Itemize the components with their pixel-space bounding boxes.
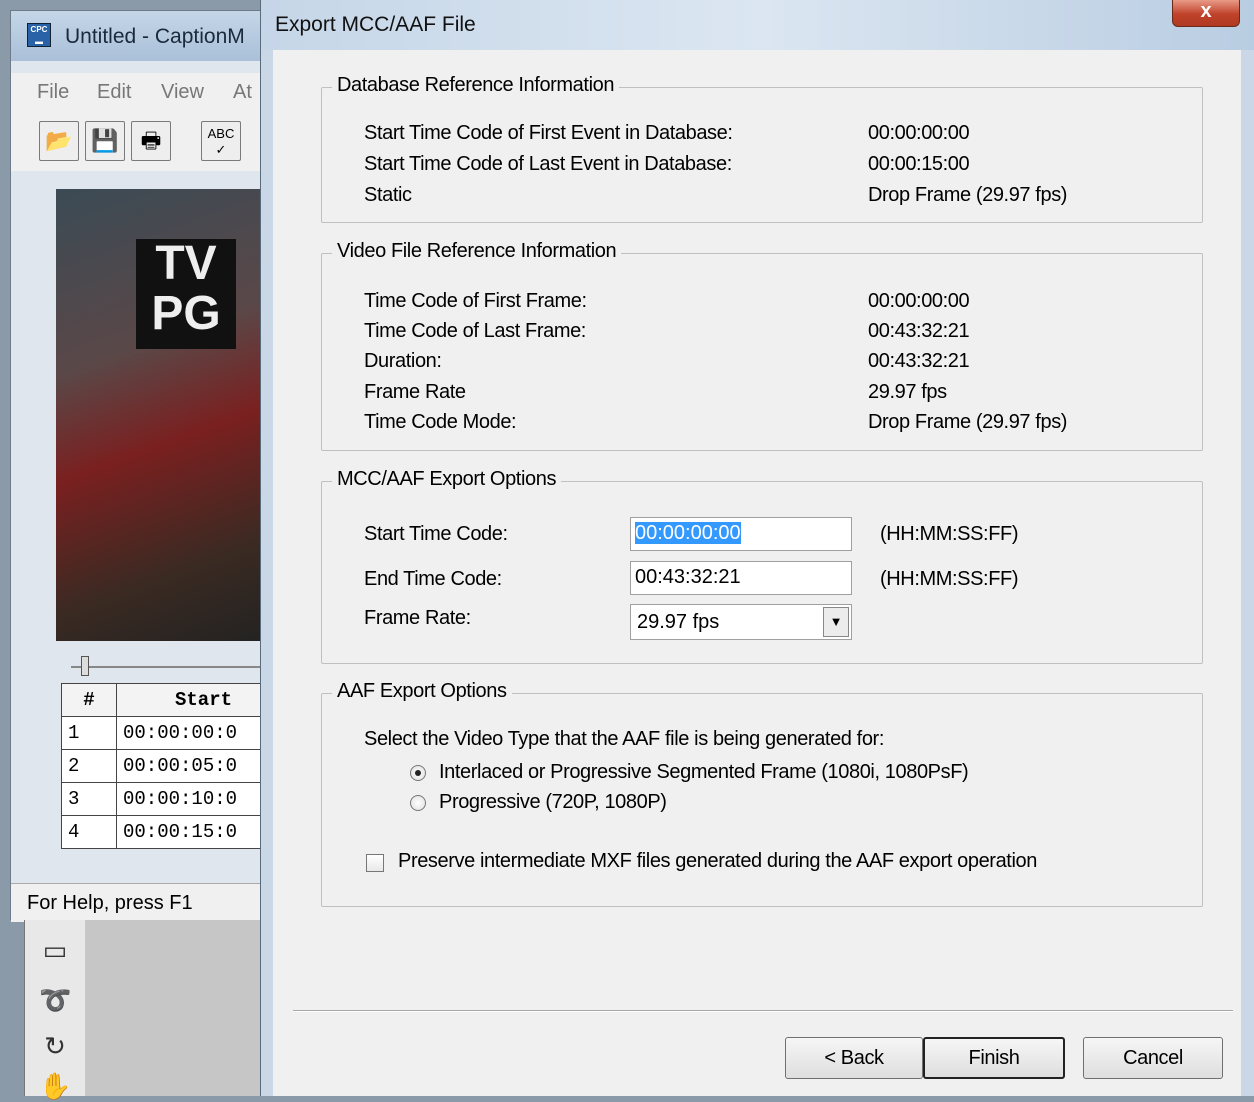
time-code-mode-value: Drop Frame (29.97 fps) <box>868 411 1068 433</box>
table-header-row: # Start <box>61 683 291 717</box>
frame-rate-dropdown[interactable]: 29.97 fps ▼ <box>630 604 852 640</box>
table-cell-number: 1 <box>61 716 117 750</box>
static-label: Static <box>364 184 412 206</box>
time-code-mode-label: Time Code Mode: <box>364 411 517 433</box>
last-event-value: 00:00:15:00 <box>868 153 970 175</box>
start-time-code-label: Start Time Code: <box>364 523 508 545</box>
dialog-title-bar[interactable]: Export MCC/AAF File x <box>261 0 1254 50</box>
preserve-mxf-label[interactable]: Preserve intermediate MXF files generate… <box>398 850 1037 873</box>
background-toolbar: 📂 💾 🖶 ABC ✓ <box>11 111 279 171</box>
status-text: For Help, press F1 <box>27 892 193 914</box>
start-time-code-format-hint: (HH:MM:SS:FF) <box>880 523 1019 545</box>
duration-value: 00:43:32:21 <box>868 350 970 372</box>
last-frame-value: 00:43:32:21 <box>868 320 970 342</box>
video-type-prompt: Select the Video Type that the AAF file … <box>364 728 884 750</box>
frame-rate-selected: 29.97 fps <box>637 611 720 633</box>
first-frame-value: 00:00:00:00 <box>868 290 970 312</box>
dialog-body: Database Reference Information Start Tim… <box>273 50 1241 1096</box>
status-bar: For Help, press F1 <box>11 883 279 922</box>
open-folder-icon[interactable]: 📂 <box>39 121 79 161</box>
table-row[interactable]: 2 00:00:05:0 <box>61 749 291 783</box>
save-icon[interactable]: 💾 <box>85 121 125 161</box>
preserve-mxf-checkbox[interactable] <box>366 854 384 872</box>
back-button[interactable]: < Back <box>785 1037 923 1079</box>
video-slider-thumb[interactable] <box>81 656 89 676</box>
button-separator <box>293 1010 1233 1012</box>
column-header-number[interactable]: # <box>61 683 117 717</box>
chevron-down-icon[interactable]: ▼ <box>823 607 849 637</box>
finish-button[interactable]: Finish <box>923 1037 1065 1079</box>
duration-label: Duration: <box>364 350 442 372</box>
database-reference-group: Database Reference Information Start Tim… <box>321 74 1203 223</box>
menu-at[interactable]: At <box>233 81 252 104</box>
interlaced-radio[interactable] <box>410 765 426 781</box>
hand-tool-icon[interactable]: ✋ <box>39 1070 71 1102</box>
table-cell-number: 3 <box>61 782 117 816</box>
frame-rate-label: Frame Rate <box>364 381 466 403</box>
progressive-radio-label[interactable]: Progressive (720P, 1080P) <box>439 791 667 814</box>
menu-view[interactable]: View <box>161 81 204 104</box>
static-value: Drop Frame (29.97 fps) <box>868 184 1068 206</box>
group-title: AAF Export Options <box>332 680 512 703</box>
table-row[interactable]: 4 00:00:15:0 <box>61 815 291 849</box>
table-cell-number: 2 <box>61 749 117 783</box>
spellcheck-icon[interactable]: ABC ✓ <box>201 121 241 161</box>
lasso-tool-icon[interactable]: ➰ <box>39 984 71 1016</box>
end-time-code-format-hint: (HH:MM:SS:FF) <box>880 568 1019 590</box>
group-title: Database Reference Information <box>332 74 620 97</box>
caption-table: # Start 1 00:00:00:0 2 00:00:05:0 3 00:0… <box>61 683 291 849</box>
background-title-bar: CPC ▬ Untitled - CaptionM <box>11 11 279 61</box>
menu-file[interactable]: File <box>37 81 69 104</box>
dialog-title: Export MCC/AAF File <box>275 13 476 36</box>
print-icon[interactable]: 🖶 <box>131 121 171 161</box>
table-row[interactable]: 3 00:00:10:0 <box>61 782 291 816</box>
background-empty-area <box>85 920 260 1096</box>
cancel-button[interactable]: Cancel <box>1083 1037 1223 1079</box>
first-event-value: 00:00:00:00 <box>868 122 970 144</box>
first-frame-label: Time Code of First Frame: <box>364 290 587 312</box>
aaf-options-group: AAF Export Options Select the Video Type… <box>321 680 1203 907</box>
start-time-code-input[interactable]: 00:00:00:00 <box>630 517 852 551</box>
close-button[interactable]: x <box>1172 0 1240 27</box>
group-title: MCC/AAF Export Options <box>332 468 562 491</box>
background-app-window: CPC ▬ Untitled - CaptionM File Edit View … <box>10 10 291 922</box>
rotate-tool-icon[interactable]: ↻ <box>39 1030 71 1062</box>
rectangle-tool-icon[interactable]: ▭ <box>39 934 71 966</box>
table-row[interactable]: 1 00:00:00:0 <box>61 716 291 750</box>
export-dialog: Export MCC/AAF File x Database Reference… <box>260 0 1254 1096</box>
close-icon: x <box>1200 0 1212 22</box>
export-frame-rate-label: Frame Rate: <box>364 607 471 629</box>
last-event-label: Start Time Code of Last Event in Databas… <box>364 153 732 175</box>
tv-rating-line-1: TV <box>155 237 217 290</box>
frame-rate-value: 29.97 fps <box>868 381 947 403</box>
tv-rating-line-2: PG <box>151 287 221 340</box>
tv-rating-badge: TV PG <box>136 239 236 349</box>
group-title: Video File Reference Information <box>332 240 622 263</box>
background-window-title: Untitled - CaptionM <box>65 25 245 48</box>
background-menu-bar: File Edit View At <box>11 73 279 112</box>
export-options-group: MCC/AAF Export Options Start Time Code: … <box>321 468 1203 664</box>
first-event-label: Start Time Code of First Event in Databa… <box>364 122 733 144</box>
start-time-code-value: 00:00:00:00 <box>635 522 741 544</box>
last-frame-label: Time Code of Last Frame: <box>364 320 586 342</box>
table-cell-number: 4 <box>61 815 117 849</box>
end-time-code-label: End Time Code: <box>364 568 502 590</box>
menu-edit[interactable]: Edit <box>97 81 131 104</box>
video-preview: TV PG <box>56 189 282 641</box>
end-time-code-input[interactable]: 00:43:32:21 <box>630 561 852 595</box>
video-slider-track[interactable] <box>71 666 271 668</box>
progressive-radio[interactable] <box>410 795 426 811</box>
video-reference-group: Video File Reference Information Time Co… <box>321 240 1203 451</box>
app-icon: CPC ▬ <box>27 23 51 47</box>
end-time-code-value: 00:43:32:21 <box>635 566 741 588</box>
interlaced-radio-label[interactable]: Interlaced or Progressive Segmented Fram… <box>439 761 969 784</box>
tool-palette: ▭ ➰ ↻ ✋ <box>24 920 86 1101</box>
